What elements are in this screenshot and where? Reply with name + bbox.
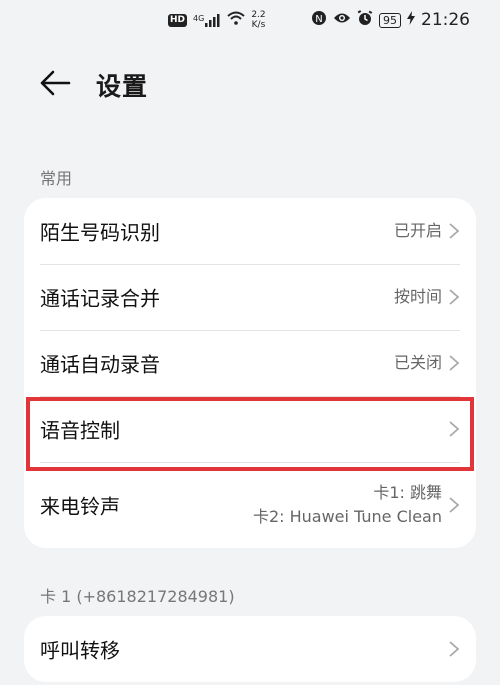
network-type: 4G — [193, 13, 205, 23]
chevron-right-icon — [449, 421, 460, 437]
charging-icon — [407, 11, 415, 29]
speed-unit: K/s — [251, 20, 266, 30]
battery-indicator: 95 — [379, 12, 401, 28]
nfc-icon: N — [311, 10, 327, 30]
sim1-settings-card: 呼叫转移 — [24, 616, 476, 682]
section-label-sim1: 卡 1 (+8618217284981) — [40, 587, 235, 606]
section-label-common: 常用 — [40, 169, 73, 188]
chevron-right-icon — [449, 497, 460, 513]
chevron-right-icon — [449, 223, 460, 239]
chevron-right-icon — [449, 641, 460, 657]
row-title: 来电铃声 — [40, 494, 120, 519]
row-title: 通话自动录音 — [40, 352, 160, 377]
wifi-icon — [227, 11, 245, 29]
arrow-left-icon — [40, 70, 71, 96]
back-button[interactable] — [38, 68, 72, 98]
row-voice-control[interactable]: 语音控制 — [24, 396, 476, 462]
row-ringtone[interactable]: 来电铃声 卡1: 跳舞 卡2: Huawei Tune Clean — [24, 462, 476, 548]
row-call-forwarding[interactable]: 呼叫转移 — [24, 616, 476, 682]
row-value-ringtones: 卡1: 跳舞 卡2: Huawei Tune Clean — [253, 481, 442, 529]
hd-badge: HD — [168, 13, 188, 27]
page-title: 设置 — [96, 72, 149, 101]
row-auto-call-recording[interactable]: 通话自动录音 已关闭 — [24, 330, 476, 396]
page-header: 设置 — [0, 58, 500, 108]
signal-icon: 4G — [193, 13, 221, 27]
ringtone-card1: 卡1: 跳舞 — [373, 483, 442, 502]
row-value: 已关闭 — [393, 353, 442, 372]
eye-icon — [333, 11, 351, 29]
status-right: N 95 21:26 — [311, 10, 470, 30]
row-title: 通话记录合并 — [40, 286, 160, 311]
row-unknown-number-identification[interactable]: 陌生号码识别 已开启 — [24, 198, 476, 264]
svg-text:N: N — [315, 14, 322, 25]
row-title: 呼叫转移 — [40, 638, 120, 663]
chevron-right-icon — [449, 355, 460, 371]
row-value: 按时间 — [393, 287, 442, 306]
chevron-right-icon — [449, 289, 460, 305]
row-title: 语音控制 — [40, 418, 120, 443]
row-value: 已开启 — [393, 221, 442, 240]
ringtone-card2: 卡2: Huawei Tune Clean — [252, 507, 442, 526]
row-title: 陌生号码识别 — [40, 220, 160, 245]
clock: 21:26 — [421, 10, 470, 30]
speed-value: 2.2 — [251, 10, 266, 20]
status-bar: HD 4G 2.2 K/s N 95 21:26 — [0, 0, 500, 44]
status-left: HD 4G 2.2 K/s — [168, 10, 266, 30]
common-settings-card: 陌生号码识别 已开启 通话记录合并 按时间 通话自动录音 已关闭 语音控制 来电… — [24, 198, 476, 548]
alarm-icon — [357, 10, 373, 30]
row-call-log-merge[interactable]: 通话记录合并 按时间 — [24, 264, 476, 330]
network-speed: 2.2 K/s — [251, 10, 265, 30]
